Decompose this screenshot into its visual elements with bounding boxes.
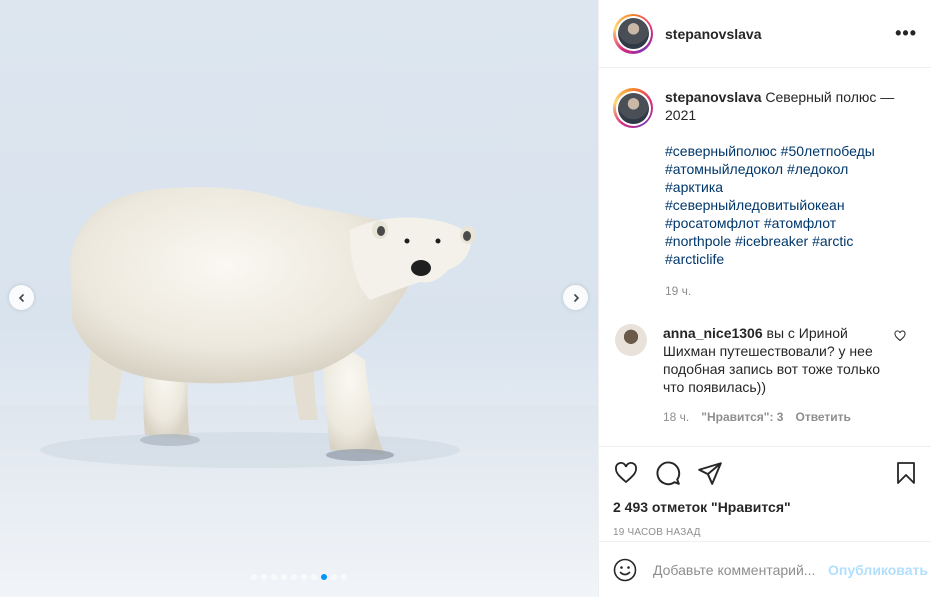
carousel-dot bbox=[341, 574, 347, 580]
bookmark-icon[interactable] bbox=[894, 460, 918, 486]
post-actions: 2 493 отметок "Нравится" 19 ЧАСОВ НАЗАД bbox=[599, 446, 931, 541]
comments-list[interactable]: stepanovslava Северный полюс — 2021 #сев… bbox=[599, 68, 931, 446]
hashtag-link[interactable]: #атомныйледокол bbox=[665, 161, 783, 177]
send-icon[interactable] bbox=[697, 460, 723, 486]
commenter-username[interactable]: anna_nice1306 bbox=[663, 325, 763, 341]
post-caption: stepanovslava Северный полюс — 2021 #сев… bbox=[613, 88, 918, 300]
carousel-dot bbox=[291, 574, 297, 580]
more-options-icon[interactable]: ••• bbox=[895, 23, 917, 44]
post-header: stepanovslava ••• bbox=[599, 0, 931, 68]
hashtag-link[interactable]: #ледокол bbox=[787, 161, 848, 177]
author-avatar[interactable] bbox=[613, 13, 653, 54]
next-slide-button[interactable] bbox=[563, 285, 588, 310]
carousel-dot bbox=[301, 574, 307, 580]
previous-slide-button[interactable] bbox=[9, 285, 34, 310]
comment-icon[interactable] bbox=[655, 460, 681, 486]
hashtag-link[interactable]: #50летпобеды bbox=[781, 143, 875, 159]
hashtag-link[interactable]: #северныйледовитыйокеан bbox=[665, 197, 845, 213]
comment-like-heart-icon[interactable] bbox=[894, 330, 906, 342]
carousel-dot bbox=[251, 574, 257, 580]
hashtag-link[interactable]: #arcticlife bbox=[665, 251, 724, 267]
chevron-right-icon bbox=[573, 293, 579, 302]
hashtag-list: #северныйполюс #50летпобеды #атомныйледо… bbox=[665, 142, 895, 268]
hashtag-link[interactable]: #arctic bbox=[812, 233, 853, 249]
polar-bear-image bbox=[0, 187, 598, 597]
caption-avatar[interactable] bbox=[613, 88, 653, 128]
publish-button[interactable]: Опубликовать bbox=[828, 562, 928, 578]
caption-time[interactable]: 19 ч. bbox=[665, 282, 895, 300]
post-panel: stepanovslava ••• stepanovslava Северный… bbox=[598, 0, 931, 597]
comment-item: anna_nice1306 вы с Ириной Шихман путешес… bbox=[613, 324, 918, 426]
hashtag-link[interactable]: #арктика bbox=[665, 179, 723, 195]
likes-count[interactable]: 2 493 отметок "Нравится" bbox=[613, 499, 918, 515]
post-time[interactable]: 19 ЧАСОВ НАЗАД bbox=[613, 527, 918, 538]
commenter-avatar[interactable] bbox=[615, 324, 647, 356]
carousel-dot bbox=[311, 574, 317, 580]
caption-username[interactable]: stepanovslava bbox=[665, 89, 762, 105]
carousel-dot bbox=[331, 574, 337, 580]
hashtag-link[interactable]: #росатомфлот bbox=[665, 215, 760, 231]
hashtag-link[interactable]: #северныйполюс bbox=[665, 143, 777, 159]
carousel-dot bbox=[271, 574, 277, 580]
carousel-dot bbox=[261, 574, 267, 580]
carousel-dot bbox=[281, 574, 287, 580]
reply-button[interactable]: Ответить bbox=[795, 408, 850, 426]
comment-likes[interactable]: "Нравится": 3 bbox=[701, 408, 783, 426]
chevron-left-icon bbox=[18, 293, 24, 302]
carousel-dot bbox=[321, 574, 327, 580]
hashtag-link[interactable]: #атомфлот bbox=[764, 215, 836, 231]
comment-time[interactable]: 18 ч. bbox=[663, 408, 689, 426]
emoji-icon[interactable] bbox=[613, 558, 637, 582]
add-comment-bar: Опубликовать bbox=[599, 541, 931, 597]
hashtag-link[interactable]: #icebreaker bbox=[735, 233, 808, 249]
comment-input[interactable] bbox=[653, 561, 828, 578]
carousel-indicator bbox=[0, 574, 598, 580]
heart-icon[interactable] bbox=[613, 461, 639, 485]
post-photo[interactable] bbox=[0, 0, 598, 597]
hashtag-link[interactable]: #northpole bbox=[665, 233, 731, 249]
author-username[interactable]: stepanovslava bbox=[665, 26, 762, 42]
